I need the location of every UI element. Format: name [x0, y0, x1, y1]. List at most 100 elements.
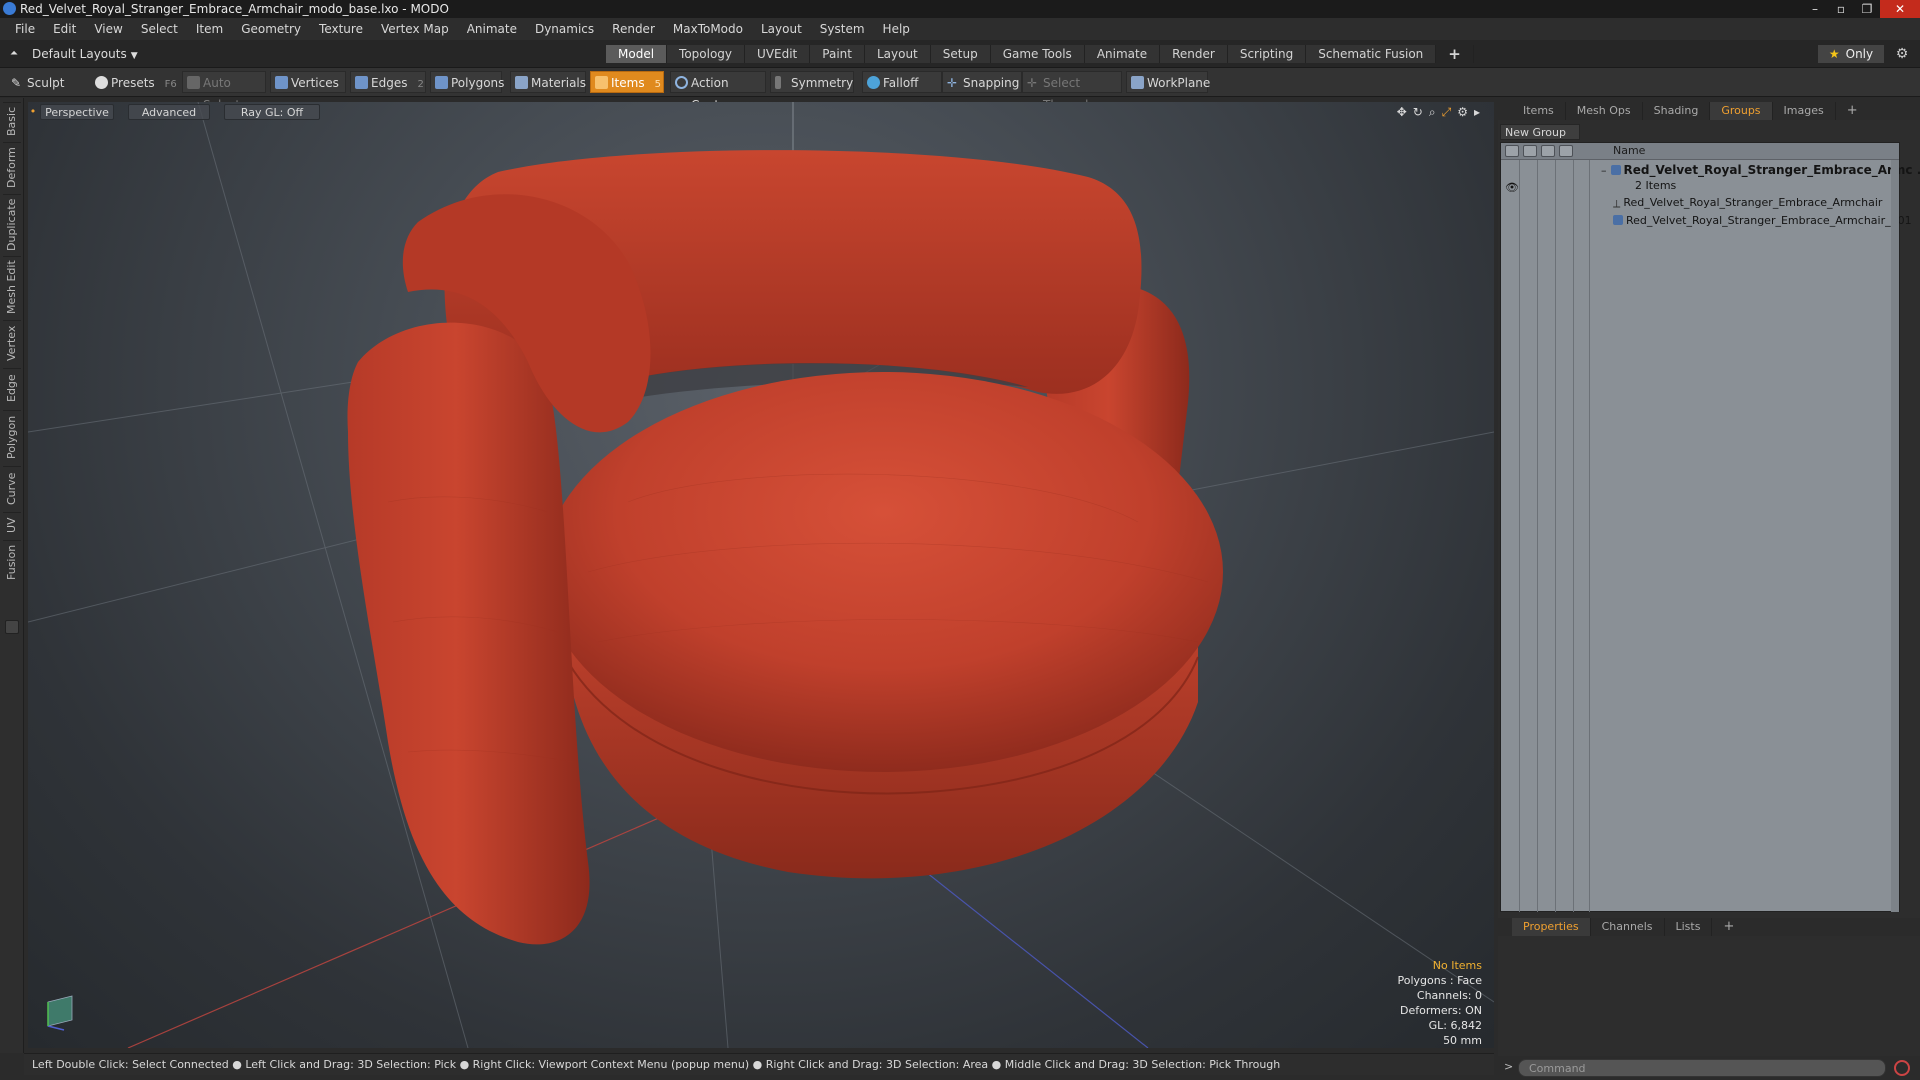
raygl-toggle[interactable]: Ray GL: Off: [224, 104, 320, 120]
rotate-view-icon[interactable]: ↻: [1413, 105, 1423, 120]
menu-dynamics[interactable]: Dynamics: [526, 22, 603, 36]
close-button[interactable]: ✕: [1880, 0, 1920, 18]
menu-view[interactable]: View: [85, 22, 131, 36]
move-view-icon[interactable]: ✥: [1397, 105, 1407, 120]
tab-mesh-ops[interactable]: Mesh Ops: [1566, 102, 1643, 120]
tab-vertex[interactable]: Vertex: [3, 320, 21, 366]
menu-file[interactable]: File: [6, 22, 44, 36]
tab-uv[interactable]: UV: [3, 512, 21, 538]
zoom-view-icon[interactable]: ⌕: [1429, 105, 1436, 120]
shading-dropdown[interactable]: Advanced: [128, 104, 210, 120]
edges-button[interactable]: Edges 2: [350, 71, 426, 93]
channels-info: Channels: 0: [1416, 989, 1482, 1002]
lock-column-icon[interactable]: [1523, 145, 1537, 157]
add-panel-tab-button[interactable]: +: [1836, 102, 1869, 120]
group-row[interactable]: – Red_Velvet_Royal_Stranger_Embrace_Armc …: [1601, 163, 1920, 177]
tab-images[interactable]: Images: [1773, 102, 1836, 120]
list-item[interactable]: ⟂ Red_Velvet_Royal_Stranger_Embrace_Armch…: [1613, 196, 1882, 211]
tab-paint[interactable]: Paint: [810, 45, 865, 63]
tab-curve[interactable]: Curve: [3, 466, 21, 510]
tool-bar: ✎ Sculpt Presets F6 Auto Select Vertices1…: [0, 68, 1920, 112]
tab-mesh-edit[interactable]: Mesh Edit: [3, 256, 21, 318]
auto-select-button[interactable]: Auto Select: [182, 71, 266, 112]
tab-fusion[interactable]: Fusion: [3, 540, 21, 584]
tab-deform[interactable]: Deform: [3, 142, 21, 192]
tab-setup[interactable]: Setup: [930, 45, 991, 63]
tab-duplicate[interactable]: Duplicate: [3, 194, 21, 254]
menu-animate[interactable]: Animate: [458, 22, 526, 36]
workplane-icon: [1131, 76, 1144, 89]
tab-game-tools[interactable]: Game Tools: [990, 45, 1085, 63]
groups-scrollbar[interactable]: [1891, 160, 1899, 912]
polygons-button[interactable]: Polygons: [430, 71, 504, 93]
menu-vertex-map[interactable]: Vertex Map: [372, 22, 458, 36]
tab-shading[interactable]: Shading: [1643, 102, 1711, 120]
tab-edge[interactable]: Edge: [3, 368, 21, 408]
menu-edit[interactable]: Edit: [44, 22, 85, 36]
sculpt-button[interactable]: ✎ Sculpt: [6, 71, 86, 93]
falloff-button[interactable]: Falloff: [862, 71, 942, 93]
maximize-button[interactable]: ❐: [1854, 0, 1880, 18]
menu-help[interactable]: Help: [874, 22, 919, 36]
menu-maxtomodo[interactable]: MaxToModo: [664, 22, 752, 36]
view-type-dropdown[interactable]: Perspective: [40, 104, 114, 120]
tab-schematic-fusion[interactable]: Schematic Fusion: [1306, 45, 1437, 63]
layout-dropdown[interactable]: ⏶ Default Layouts ▼: [6, 45, 138, 63]
restore-button[interactable]: ▫: [1828, 0, 1854, 18]
workplane-button[interactable]: WorkPlane: [1126, 71, 1210, 93]
tab-channels[interactable]: Channels: [1591, 918, 1665, 936]
expand-arrow-icon[interactable]: ▸: [1474, 105, 1480, 120]
vertices-button[interactable]: Vertices1: [270, 71, 355, 93]
add-properties-tab-button[interactable]: +: [1712, 918, 1745, 936]
fit-view-icon[interactable]: ⤢: [1442, 105, 1452, 120]
tab-items[interactable]: Items: [1512, 102, 1566, 120]
group-row-eye-icon[interactable]: 👁: [1505, 181, 1519, 194]
palette-toggle-button[interactable]: [5, 620, 19, 634]
sculpt-label: Sculpt: [27, 76, 65, 90]
snapping-button[interactable]: ✛ Snapping: [942, 71, 1022, 93]
menu-render[interactable]: Render: [603, 22, 664, 36]
snapping-label: Snapping: [963, 76, 1020, 90]
tab-scripting[interactable]: Scripting: [1227, 45, 1307, 63]
group-item-count: 2 Items: [1635, 179, 1677, 192]
3d-viewport[interactable]: • Perspective Advanced Ray GL: Off ✥ ↻ ⌕…: [28, 102, 1494, 1048]
symmetry-button[interactable]: Symmetry: [770, 71, 854, 93]
list-item[interactable]: Red_Velvet_Royal_Stranger_Embrace_Armcha…: [1613, 214, 1912, 227]
render-column-icon[interactable]: [1541, 145, 1555, 157]
presets-button[interactable]: Presets F6: [90, 71, 177, 93]
tab-render[interactable]: Render: [1160, 45, 1228, 63]
tab-properties[interactable]: Properties: [1512, 918, 1591, 936]
select-through-button[interactable]: ✛ Select Through: [1022, 71, 1122, 112]
menu-geometry[interactable]: Geometry: [232, 22, 310, 36]
gear-icon[interactable]: ⚙: [1892, 45, 1912, 63]
tab-lists[interactable]: Lists: [1665, 918, 1713, 936]
tab-animate[interactable]: Animate: [1084, 45, 1161, 63]
command-input[interactable]: Command: [1518, 1059, 1886, 1077]
viewport-settings-icon[interactable]: ⚙: [1457, 105, 1468, 120]
tab-uvedit[interactable]: UVEdit: [745, 45, 811, 63]
deformers-info: Deformers: ON: [1400, 1004, 1482, 1017]
menu-system[interactable]: System: [811, 22, 874, 36]
tab-basic[interactable]: Basic: [3, 102, 21, 140]
menu-item[interactable]: Item: [187, 22, 232, 36]
materials-button[interactable]: Materials: [510, 71, 586, 93]
menu-layout[interactable]: Layout: [752, 22, 811, 36]
select-column-icon[interactable]: [1559, 145, 1573, 157]
new-group-button[interactable]: New Group: [1500, 124, 1580, 140]
add-tab-button[interactable]: +: [1436, 45, 1474, 63]
tab-groups[interactable]: Groups: [1710, 102, 1773, 120]
upload-icon: ⏶: [10, 48, 18, 59]
menu-select[interactable]: Select: [132, 22, 187, 36]
items-button[interactable]: Items 5: [590, 71, 664, 93]
stop-icon[interactable]: [1894, 1060, 1910, 1076]
only-toggle[interactable]: ★ Only: [1818, 45, 1884, 63]
tab-layout[interactable]: Layout: [864, 45, 931, 63]
tab-polygon[interactable]: Polygon: [3, 410, 21, 464]
tab-model[interactable]: Model: [606, 45, 668, 63]
visibility-column-icon[interactable]: [1505, 145, 1519, 157]
command-bar: > Command: [1498, 1056, 1920, 1080]
tab-topology[interactable]: Topology: [667, 45, 746, 63]
action-center-button[interactable]: Action Center: [670, 71, 766, 112]
menu-texture[interactable]: Texture: [310, 22, 372, 36]
minimize-button[interactable]: –: [1802, 0, 1828, 18]
